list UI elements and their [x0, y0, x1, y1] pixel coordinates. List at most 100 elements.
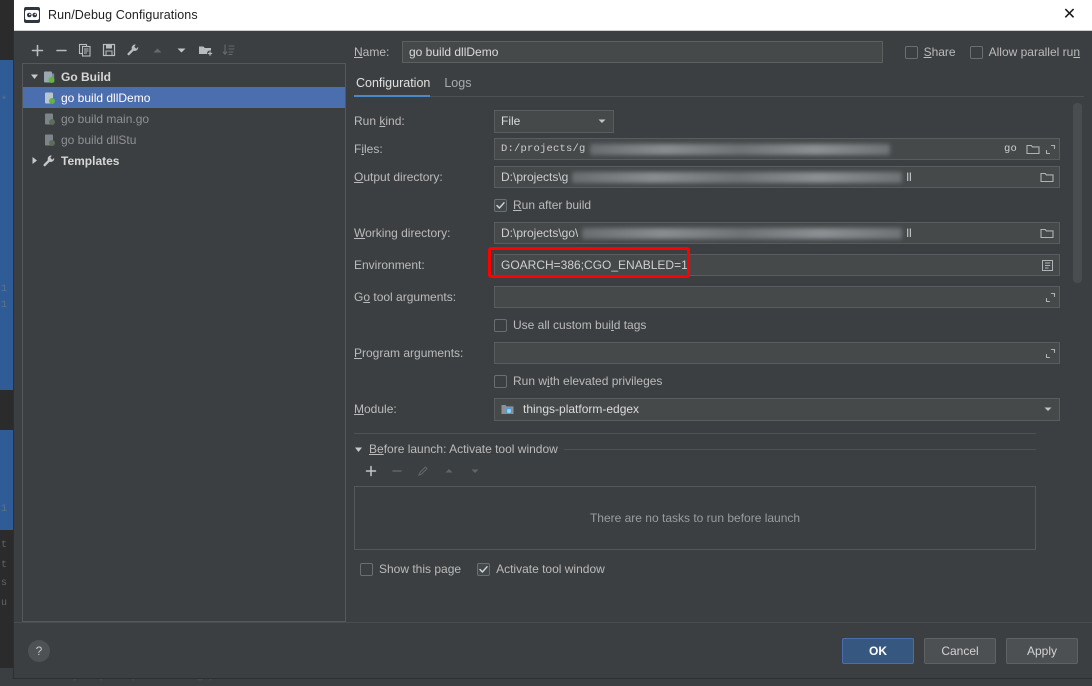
move-task-down-button[interactable]: [464, 460, 486, 482]
use-all-custom-build-tags-label: Use all custom build tags: [513, 318, 647, 332]
ide-ghost-line-4: 1: [1, 504, 8, 515]
use-all-custom-build-tags-row[interactable]: Use all custom build tags: [354, 311, 1060, 339]
before-launch-rule: [563, 448, 1036, 450]
output-directory-value-tail: ll: [906, 170, 912, 184]
run-after-build-checkbox[interactable]: [494, 198, 507, 212]
before-launch-empty-message: There are no tasks to run before launch: [589, 511, 801, 525]
configuration-editor-pane: Name: go build dllDemo Share Allow paral…: [346, 37, 1084, 622]
module-select[interactable]: things-platform-edgex: [494, 397, 1060, 421]
expand-field-icon[interactable]: [1043, 348, 1057, 359]
run-with-elevated-privileges-row[interactable]: Run with elevated privileges: [354, 367, 1060, 395]
use-all-custom-build-tags-checkbox[interactable]: [494, 318, 507, 332]
wrench-icon: [41, 154, 57, 168]
pencil-icon[interactable]: [412, 460, 434, 482]
working-directory-redacted-region: [582, 227, 903, 239]
close-icon[interactable]: ✕: [1047, 0, 1092, 31]
expand-field-icon[interactable]: [1043, 292, 1057, 303]
tree-node-go-build[interactable]: Go Build: [23, 66, 345, 87]
allow-parallel-run-checkbox[interactable]: [969, 45, 983, 59]
working-directory-row: Working directory: D:\projects\go\ ll: [354, 219, 1060, 247]
share-checkbox-row[interactable]: Share: [904, 45, 956, 59]
activate-tool-window-label: Activate tool window: [496, 562, 605, 576]
files-input[interactable]: D:/projects/g go: [494, 138, 1060, 160]
help-button[interactable]: ?: [28, 639, 50, 662]
expand-triangle-right-icon[interactable]: [27, 156, 41, 165]
run-kind-value: File: [501, 114, 521, 128]
activate-tool-window-checkbox[interactable]: [477, 562, 491, 576]
before-launch-collapse-icon[interactable]: [354, 445, 363, 454]
ide-selection-band-top: [0, 60, 14, 390]
expand-triangle-down-icon[interactable]: [27, 72, 41, 81]
remove-task-button[interactable]: [386, 460, 408, 482]
folder-browse-icon[interactable]: [1037, 223, 1057, 243]
program-arguments-label: Program arguments:: [354, 346, 464, 360]
remove-configuration-button[interactable]: [50, 39, 72, 61]
environment-input[interactable]: GOARCH=386;CGO_ENABLED=1: [494, 254, 1060, 276]
cancel-button[interactable]: Cancel: [924, 637, 996, 664]
ide-ghost-line-6: t: [1, 560, 8, 571]
output-directory-input[interactable]: D:\projects\g ll: [494, 166, 1060, 188]
add-task-button[interactable]: [360, 460, 382, 482]
before-launch-options: Show this page Activate tool window: [360, 562, 1060, 576]
run-after-build-row[interactable]: Run after build: [354, 191, 1060, 219]
ok-button[interactable]: OK: [842, 637, 914, 664]
arrow-up-icon[interactable]: [146, 39, 168, 61]
tree-node-label: go build dllStu: [61, 132, 137, 147]
activate-tool-window-row[interactable]: Activate tool window: [477, 562, 605, 576]
folder-add-icon[interactable]: [194, 39, 216, 61]
files-redacted-region: [589, 143, 890, 155]
ide-selection-band-bottom: [0, 430, 14, 530]
show-this-page-checkbox[interactable]: [360, 562, 373, 576]
ide-ghost-line-7: s: [1, 578, 8, 589]
ide-ghost-line-1: *: [1, 96, 8, 107]
apply-button[interactable]: Apply: [1006, 637, 1078, 664]
tree-node-templates[interactable]: Templates: [23, 150, 345, 171]
allow-parallel-run-label: Allow parallel run: [988, 45, 1080, 59]
save-icon[interactable]: [98, 39, 120, 61]
module-value: things-platform-edgex: [523, 402, 640, 416]
tab-logs[interactable]: Logs: [442, 76, 483, 96]
before-launch-task-list[interactable]: There are no tasks to run before launch: [354, 486, 1036, 550]
form-scrollbar-thumb[interactable]: [1073, 103, 1082, 283]
tab-configuration[interactable]: Configuration: [354, 76, 442, 97]
share-label: Share: [923, 45, 956, 59]
wrench-icon[interactable]: [122, 39, 144, 61]
tree-node-go-build-dllstu[interactable]: go build dllStu: [23, 129, 345, 150]
module-icon: [501, 403, 517, 416]
output-directory-value: D:\projects\g: [501, 170, 569, 184]
share-checkbox[interactable]: [904, 45, 918, 59]
ide-ghost-line-5: t: [1, 540, 8, 551]
run-with-elevated-privileges-checkbox[interactable]: [494, 374, 507, 388]
environment-label: Environment:: [354, 258, 425, 272]
arrow-down-icon[interactable]: [170, 39, 192, 61]
show-this-page-row[interactable]: Show this page: [360, 562, 461, 576]
configurations-tree[interactable]: Go Build go build dllDemo go build main.…: [22, 63, 346, 622]
copy-configuration-button[interactable]: [74, 39, 96, 61]
add-configuration-button[interactable]: [26, 39, 48, 61]
tree-node-go-build-dlldemo[interactable]: go build dllDemo: [23, 87, 345, 108]
run-kind-select[interactable]: File: [494, 109, 614, 133]
name-input[interactable]: go build dllDemo: [402, 41, 883, 63]
dialog-title: Run/Debug Configurations: [48, 8, 198, 22]
chevron-down-icon[interactable]: [595, 114, 609, 128]
sort-az-icon[interactable]: [218, 39, 240, 61]
folder-browse-icon[interactable]: [1023, 139, 1043, 159]
go-file-icon: [41, 133, 57, 147]
go-tool-arguments-input[interactable]: [494, 286, 1060, 308]
allow-parallel-run-checkbox-row[interactable]: Allow parallel run: [969, 45, 1080, 59]
program-arguments-input[interactable]: [494, 342, 1060, 364]
chevron-down-icon[interactable]: [1041, 402, 1055, 416]
move-task-up-button[interactable]: [438, 460, 460, 482]
expand-field-icon[interactable]: [1043, 144, 1057, 155]
go-tool-arguments-row: Go tool arguments:: [354, 283, 1060, 311]
tree-node-label: go build dllDemo: [61, 90, 151, 105]
tree-node-go-build-main-go[interactable]: go build main.go: [23, 108, 345, 129]
env-table-icon[interactable]: [1037, 255, 1057, 275]
environment-row: Environment: GOARCH=386;CGO_ENABLED=1: [354, 247, 1060, 279]
folder-browse-icon[interactable]: [1037, 167, 1057, 187]
working-directory-input[interactable]: D:\projects\go\ ll: [494, 222, 1060, 244]
before-launch-toolbar: [360, 460, 1060, 482]
ide-ghost-line-3: 1: [1, 300, 8, 311]
module-row: Module: things-platform-edgex: [354, 395, 1060, 423]
name-row: Name: go build dllDemo Share Allow paral…: [354, 37, 1084, 67]
